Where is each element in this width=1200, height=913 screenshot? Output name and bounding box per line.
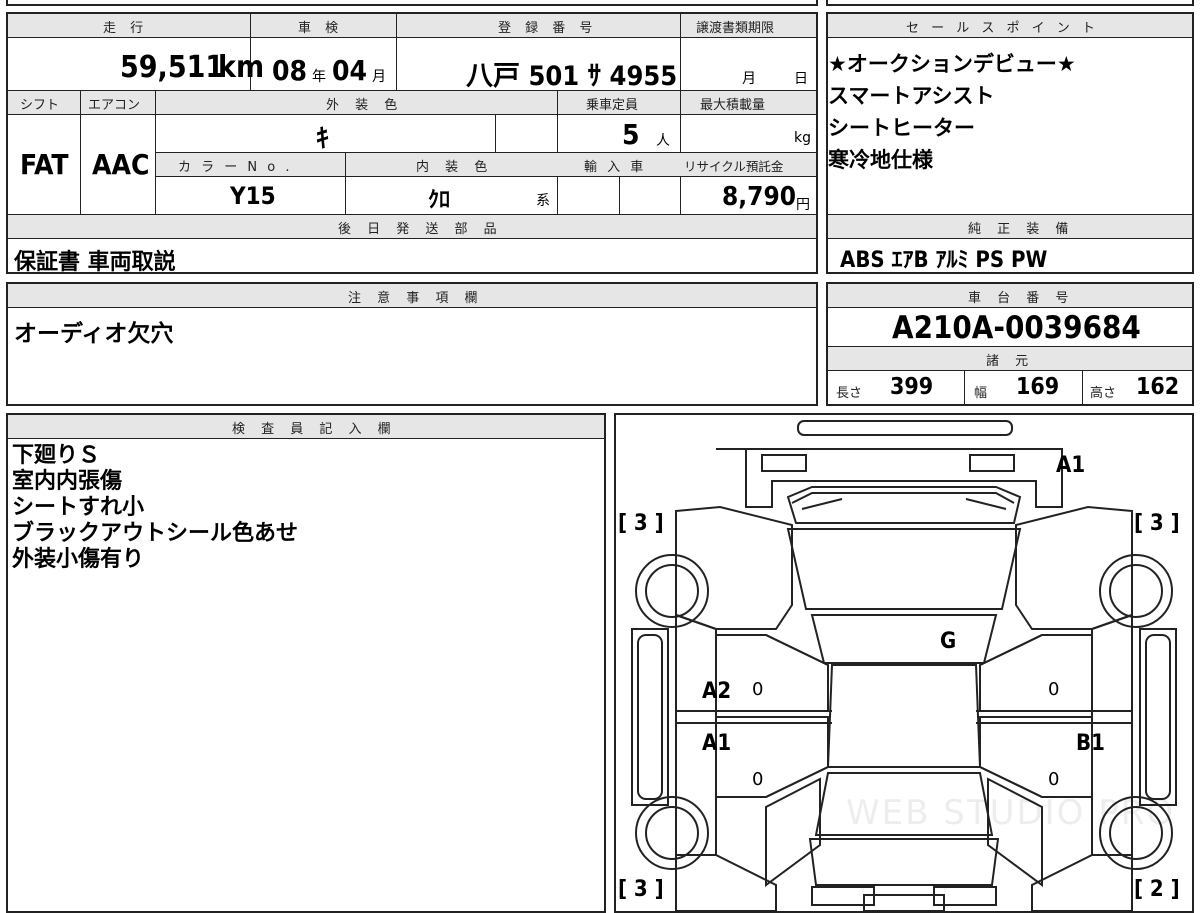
height-label: 高さ [1090, 386, 1117, 401]
transfer-day-unit: 日 [794, 71, 808, 87]
inspection-year: 08 [272, 54, 308, 87]
inspector-item: シートすれ小 [12, 495, 145, 520]
door-zero: 0 [1048, 769, 1060, 790]
top-strip-right [826, 0, 1194, 6]
mileage-label: 走 行 [103, 21, 149, 36]
capacity-value: 5 [622, 118, 640, 151]
inspector-label: 検 査 員 記 入 欄 [232, 422, 397, 437]
equipment-label: 純 正 装 備 [968, 222, 1075, 237]
tire-front-right: [ 3 ] [1134, 511, 1180, 536]
mark-front-right: A1 [1056, 453, 1086, 478]
inspector-item: 室内内張傷 [12, 469, 123, 494]
width-value: 169 [1016, 374, 1060, 400]
shift-label: シフト [20, 98, 60, 113]
dims-label: 諸 元 [986, 354, 1035, 369]
inspection-month-unit: 月 [372, 69, 386, 85]
width-label: 幅 [974, 386, 988, 401]
capacity-unit: 人 [656, 133, 670, 149]
length-value: 399 [890, 374, 934, 400]
door-zero: 0 [752, 679, 764, 700]
equipment-value: ABS ｴｱB ｱﾙﾐ PS PW [840, 248, 1048, 273]
ac-value: AAC [92, 148, 150, 181]
tire-rear-right: [ 2 ] [1134, 877, 1180, 902]
sales-point-item: 寒冷地仕様 [828, 148, 933, 172]
length-label: 長さ [836, 386, 863, 401]
notes-value: オーディオ欠穴 [14, 321, 174, 347]
inspector-item: ブラックアウトシール色あせ [12, 521, 299, 546]
interior-color: ｸﾛ [428, 188, 451, 213]
ac-label: エアコン [88, 98, 141, 113]
tire-rear-left: [ 3 ] [618, 877, 664, 902]
inspection-label: 車 検 [298, 21, 344, 36]
inspection-month: 04 [332, 54, 368, 87]
inspector-box: 検 査 員 記 入 欄 下廻りＳ 室内内張傷 シートすれ小 ブラックアウトシール… [6, 413, 606, 913]
transfer-label: 譲渡書類期限 [696, 21, 775, 36]
color-no-value: Y15 [230, 182, 276, 210]
max-load-unit: kg [794, 130, 811, 146]
exterior-label: 外 装 色 [326, 98, 404, 113]
exterior-color: ｷ [316, 124, 330, 154]
tire-front-left: [ 3 ] [618, 511, 664, 536]
import-label: 輸 入 車 [584, 160, 647, 175]
registration-label: 登 録 番 号 [498, 21, 598, 36]
inspector-item: 外装小傷有り [12, 547, 145, 572]
chassis-label: 車 台 番 号 [968, 291, 1075, 306]
chassis-number: A210A-0039684 [892, 310, 1141, 346]
sales-points-label: セ ー ル ス ポ イ ン ト [906, 21, 1099, 36]
sales-point-item: シートヒーター [828, 116, 975, 140]
later-parts-label: 後 日 発 送 部 品 [338, 222, 503, 237]
notes-box: 注 意 事 項 欄 オーディオ欠穴 [6, 282, 818, 406]
door-zero: 0 [752, 769, 764, 790]
mark-left-front-door: A2 [702, 679, 732, 704]
car-outline-diagram [631, 420, 1177, 911]
capacity-label: 乗車定員 [586, 98, 639, 113]
damage-diagram: A1 G A2 A1 B1 0 0 0 0 [ 3 ] [ 3 ] [ 3 ] … [614, 413, 1194, 913]
height-value: 162 [1136, 374, 1180, 400]
door-zero: 0 [1048, 679, 1060, 700]
max-load-label: 最大積載量 [700, 98, 766, 113]
color-no-label: カ ラ ー N o . [178, 160, 293, 175]
recycle-unit: 円 [796, 197, 810, 213]
watermark: WEB STUDIO PRO [846, 793, 1176, 833]
mark-roof: G [940, 629, 957, 654]
interior-suffix: 系 [536, 193, 550, 209]
transfer-month-unit: 月 [742, 71, 756, 87]
shift-value: FAT [20, 148, 69, 181]
top-strip [6, 0, 818, 6]
vehicle-info-table: 走 行 車 検 登 録 番 号 譲渡書類期限 59,511 km 08 年 04… [6, 12, 818, 275]
mileage-unit: km [218, 50, 265, 85]
sales-point-item: ★オークションデビュー★ [828, 52, 1076, 76]
sales-point-item: スマートアシスト [828, 84, 995, 108]
mileage-value: 59,511 [120, 50, 225, 85]
mark-left-rear-door: A1 [702, 731, 732, 756]
interior-label: 内 装 色 [416, 160, 494, 175]
notes-label: 注 意 事 項 欄 [348, 291, 484, 306]
registration-number: 八戸 501 ｻ 4955 [466, 61, 678, 92]
mark-right-rear-door: B1 [1076, 731, 1105, 756]
inspector-item: 下廻りＳ [12, 443, 101, 468]
sales-points-box: セ ー ル ス ポ イ ン ト ★オークションデビュー★ スマートアシスト シー… [826, 12, 1194, 274]
recycle-label: リサイクル預託金 [684, 159, 784, 174]
later-parts-value: 保証書 車両取説 [14, 250, 176, 275]
recycle-fee: 8,790 [722, 182, 796, 212]
inspection-year-unit: 年 [312, 69, 326, 85]
chassis-box: 車 台 番 号 A210A-0039684 諸 元 長さ 399 幅 169 高… [826, 282, 1194, 406]
